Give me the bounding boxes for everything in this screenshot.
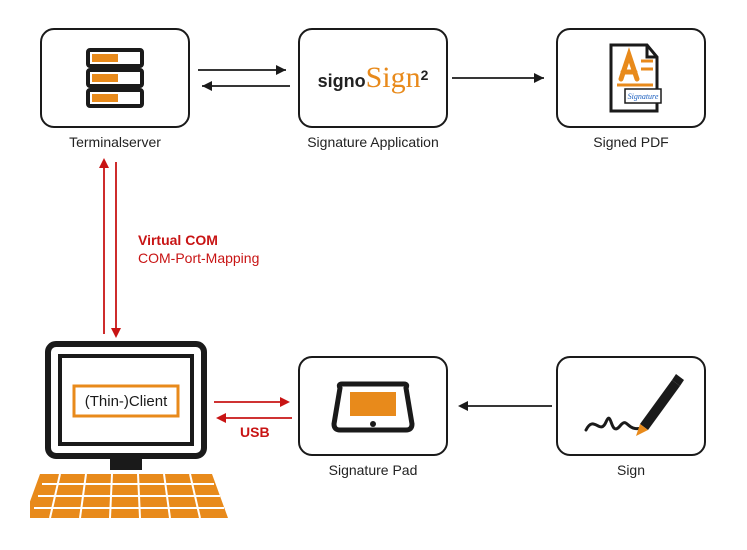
signature-pad-label: Signature Pad — [293, 462, 453, 478]
virtual-com-label-1: Virtual COM — [138, 232, 218, 248]
signature-stamp-text: Signature — [628, 92, 659, 101]
signature-app-label: Signature Application — [293, 134, 453, 150]
terminalserver-label: Terminalserver — [35, 134, 195, 150]
node-sign — [556, 356, 706, 456]
thin-client-workstation: (Thin-)Client — [30, 340, 230, 528]
virtual-com-label-2: COM-Port-Mapping — [138, 250, 259, 266]
node-signed-pdf: Signature — [556, 28, 706, 128]
usb-label: USB — [240, 424, 270, 440]
arrow-server-app — [190, 60, 298, 100]
workstation-icon: (Thin-)Client — [30, 340, 230, 525]
document-icon: Signature — [591, 39, 671, 117]
arrow-virtual-com — [96, 156, 126, 340]
arrow-app-pdf — [448, 68, 556, 88]
logo-script: Sign — [366, 61, 421, 94]
arrow-sign-pad — [448, 396, 556, 416]
sign-icon — [576, 366, 686, 446]
sign-label: Sign — [551, 462, 711, 478]
logo-sup: 2 — [421, 67, 429, 83]
node-signature-pad — [298, 356, 448, 456]
signed-pdf-label: Signed PDF — [551, 134, 711, 150]
node-terminalserver — [40, 28, 190, 128]
thin-client-label: (Thin-)Client — [85, 393, 168, 410]
server-icon — [80, 46, 150, 110]
logo-prefix: signo — [318, 71, 366, 91]
signature-pad-icon — [330, 374, 416, 438]
node-signature-app: signoSign2 — [298, 28, 448, 128]
